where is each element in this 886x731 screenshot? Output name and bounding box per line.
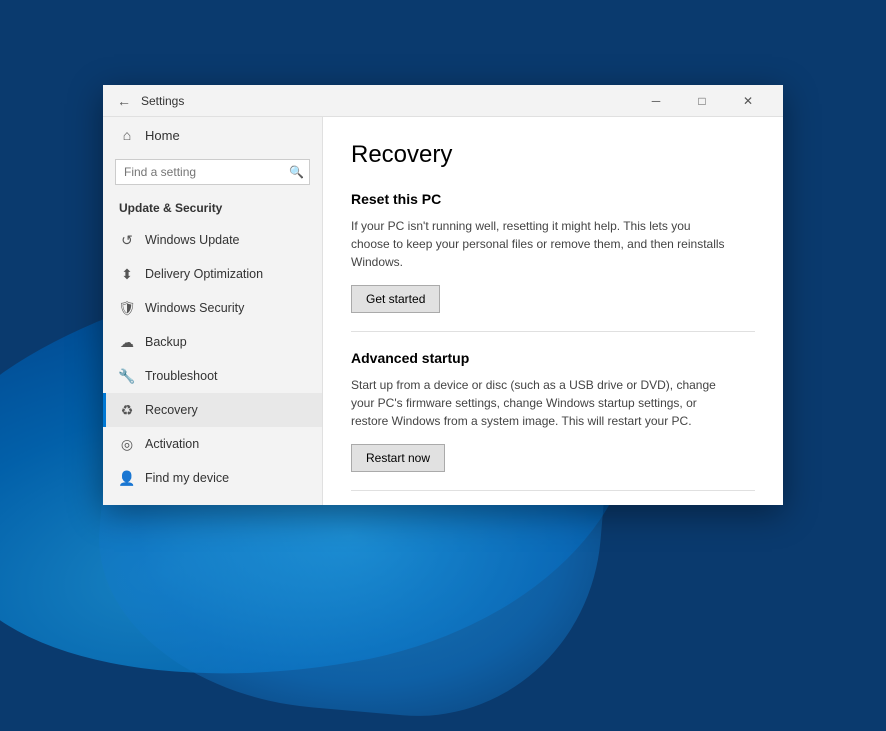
sidebar-item-label: Windows Security bbox=[145, 301, 244, 315]
advanced-section-title: Advanced startup bbox=[351, 350, 755, 366]
main-panel: Recovery Reset this PC If your PC isn't … bbox=[323, 117, 783, 505]
sidebar-item-label: Backup bbox=[145, 335, 187, 349]
home-label: Home bbox=[145, 128, 180, 143]
troubleshoot-icon: 🔧 bbox=[119, 368, 135, 384]
find-my-device-icon: 👤 bbox=[119, 470, 135, 486]
reset-section-description: If your PC isn't running well, resetting… bbox=[351, 217, 731, 271]
search-icon: 🔍 bbox=[289, 165, 304, 179]
sidebar-item-label: Activation bbox=[145, 437, 199, 451]
reset-section-title: Reset this PC bbox=[351, 191, 755, 207]
window-controls: ─ □ ✕ bbox=[633, 85, 771, 117]
activation-icon: ◎ bbox=[119, 436, 135, 452]
sidebar-item-label: Delivery Optimization bbox=[145, 267, 263, 281]
sidebar-item-backup[interactable]: ☁ Backup bbox=[103, 325, 322, 359]
page-title: Recovery bbox=[351, 141, 755, 169]
minimize-button[interactable]: ─ bbox=[633, 85, 679, 117]
advanced-startup-section: Advanced startup Start up from a device … bbox=[351, 350, 755, 472]
sidebar-section-title: Update & Security bbox=[103, 195, 322, 223]
title-bar: ← Settings ─ □ ✕ bbox=[103, 85, 783, 117]
sidebar-item-label: Find my device bbox=[145, 471, 229, 485]
sidebar: ⌂ Home 🔍 Update & Security ↺ Windows Upd… bbox=[103, 117, 323, 505]
sidebar-item-windows-update[interactable]: ↺ Windows Update bbox=[103, 223, 322, 257]
sidebar-item-label: Troubleshoot bbox=[145, 369, 218, 383]
sidebar-item-delivery-optimization[interactable]: ⬍ Delivery Optimization bbox=[103, 257, 322, 291]
windows-security-icon: 🛡 bbox=[119, 300, 135, 316]
sidebar-item-label: Windows Update bbox=[145, 233, 240, 247]
sidebar-item-label: Recovery bbox=[145, 403, 198, 417]
back-button[interactable]: ← bbox=[115, 92, 133, 110]
reset-pc-section: Reset this PC If your PC isn't running w… bbox=[351, 191, 755, 313]
sidebar-item-windows-security[interactable]: 🛡 Windows Security bbox=[103, 291, 322, 325]
sidebar-item-activation[interactable]: ◎ Activation bbox=[103, 427, 322, 461]
get-started-button[interactable]: Get started bbox=[351, 285, 440, 313]
backup-icon: ☁ bbox=[119, 334, 135, 350]
home-icon: ⌂ bbox=[119, 127, 135, 143]
sidebar-item-troubleshoot[interactable]: 🔧 Troubleshoot bbox=[103, 359, 322, 393]
search-box: 🔍 bbox=[115, 159, 310, 185]
divider-2 bbox=[351, 490, 755, 491]
recovery-icon: ♻ bbox=[119, 402, 135, 418]
close-button[interactable]: ✕ bbox=[725, 85, 771, 117]
delivery-optimization-icon: ⬍ bbox=[119, 266, 135, 282]
sidebar-home-button[interactable]: ⌂ Home bbox=[103, 117, 322, 153]
restart-now-button[interactable]: Restart now bbox=[351, 444, 445, 472]
sidebar-item-find-my-device[interactable]: 👤 Find my device bbox=[103, 461, 322, 495]
sidebar-item-recovery[interactable]: ♻ Recovery bbox=[103, 393, 322, 427]
advanced-section-description: Start up from a device or disc (such as … bbox=[351, 376, 731, 430]
window-body: ⌂ Home 🔍 Update & Security ↺ Windows Upd… bbox=[103, 117, 783, 505]
windows-update-icon: ↺ bbox=[119, 232, 135, 248]
settings-window: ← Settings ─ □ ✕ ⌂ Home 🔍 Up bbox=[103, 85, 783, 505]
divider-1 bbox=[351, 331, 755, 332]
search-input[interactable] bbox=[115, 159, 310, 185]
window-title: Settings bbox=[141, 94, 633, 108]
maximize-button[interactable]: □ bbox=[679, 85, 725, 117]
